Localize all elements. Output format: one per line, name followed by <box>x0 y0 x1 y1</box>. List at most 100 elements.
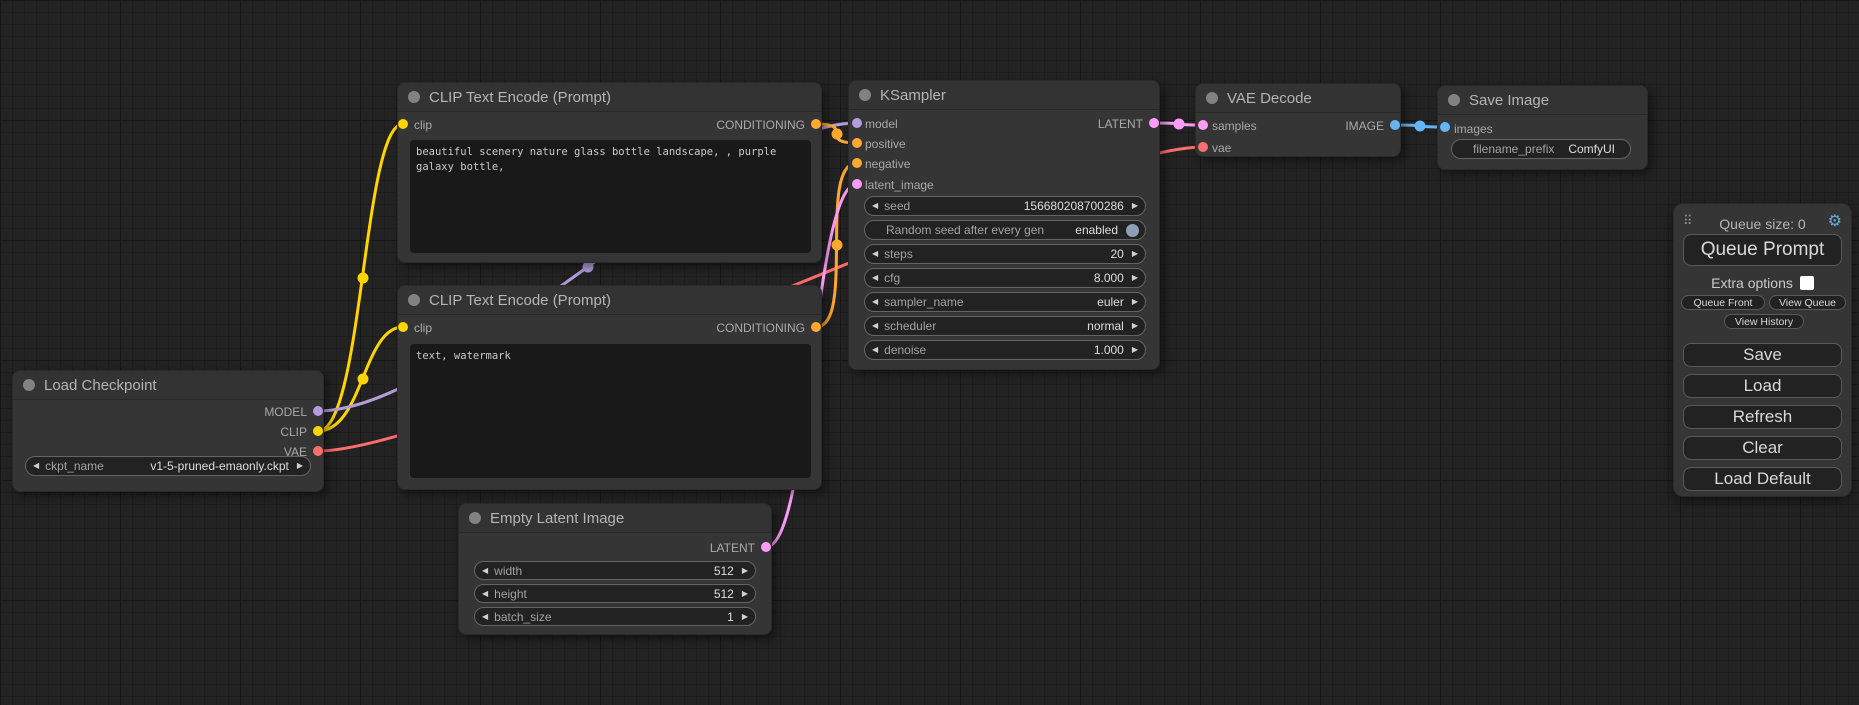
increment-arrow-icon[interactable]: ▶ <box>742 590 748 598</box>
gear-icon[interactable]: ⚙ <box>1828 214 1842 230</box>
widget-label: filename_prefix <box>1473 142 1554 156</box>
node-save-image[interactable]: Save Image images filename_prefix ComfyU… <box>1437 85 1648 170</box>
width-widget[interactable]: ◀ width 512 ▶ <box>474 561 756 580</box>
input-label-model: model <box>865 117 898 131</box>
increment-arrow-icon[interactable]: ▶ <box>1132 346 1138 354</box>
extra-options-checkbox[interactable] <box>1800 276 1814 290</box>
scheduler-widget[interactable]: ◀ scheduler normal ▶ <box>864 316 1146 336</box>
node-titlebar[interactable]: VAE Decode <box>1196 84 1400 113</box>
node-ksampler[interactable]: KSampler model positive negative latent_… <box>848 80 1160 370</box>
link-middot <box>832 129 843 140</box>
collapse-dot-icon[interactable] <box>408 294 420 306</box>
widget-label: batch_size <box>494 610 551 624</box>
widget-value: 1 <box>727 610 734 624</box>
extra-options-row: Extra options <box>1674 275 1851 291</box>
node-title: VAE Decode <box>1227 90 1312 107</box>
load-default-button[interactable]: Load Default <box>1683 467 1842 491</box>
widget-value: 20 <box>1110 247 1123 261</box>
increment-arrow-icon[interactable]: ▶ <box>742 567 748 575</box>
height-widget[interactable]: ◀ height 512 ▶ <box>474 584 756 603</box>
clear-button[interactable]: Clear <box>1683 436 1842 460</box>
queue-front-button[interactable]: Queue Front <box>1681 295 1765 310</box>
widget-label: scheduler <box>884 319 936 333</box>
node-graph-canvas[interactable]: Load Checkpoint MODEL CLIP VAE ◀ ckpt_na… <box>0 0 1859 705</box>
toggle-dot-icon[interactable] <box>1126 224 1139 237</box>
decrement-arrow-icon[interactable]: ◀ <box>482 567 488 575</box>
increment-arrow-icon[interactable]: ▶ <box>1132 322 1138 330</box>
node-titlebar[interactable]: KSampler <box>849 81 1159 110</box>
view-queue-button[interactable]: View Queue <box>1769 295 1846 310</box>
widget-value: 8.000 <box>1094 271 1124 285</box>
widget-label: ckpt_name <box>45 459 104 473</box>
collapse-dot-icon[interactable] <box>1206 92 1218 104</box>
widget-value: ComfyUI <box>1568 142 1615 156</box>
input-label-latent-image: latent_image <box>865 178 934 192</box>
node-vae-decode[interactable]: VAE Decode samples vae IMAGE <box>1195 83 1401 157</box>
input-label-vae: vae <box>1212 141 1231 155</box>
collapse-dot-icon[interactable] <box>1448 94 1460 106</box>
node-load-checkpoint-titlebar[interactable]: Load Checkpoint <box>13 371 323 400</box>
decrement-arrow-icon[interactable]: ◀ <box>872 250 878 258</box>
decrement-arrow-icon[interactable]: ◀ <box>33 462 39 470</box>
widget-value: 512 <box>714 587 734 601</box>
node-titlebar[interactable]: CLIP Text Encode (Prompt) <box>398 83 821 112</box>
load-button[interactable]: Load <box>1683 374 1842 398</box>
node-clip-text-encode-positive[interactable]: CLIP Text Encode (Prompt) clip CONDITION… <box>397 82 822 263</box>
decrement-arrow-icon[interactable]: ◀ <box>872 202 878 210</box>
steps-widget[interactable]: ◀ steps 20 ▶ <box>864 244 1146 264</box>
queue-panel[interactable]: ⠿ Queue size: 0 ⚙ Queue Prompt Extra opt… <box>1673 203 1852 497</box>
widget-label: width <box>494 564 522 578</box>
link-middot <box>1415 121 1426 132</box>
output-label-image: IMAGE <box>1345 119 1384 133</box>
node-title: Empty Latent Image <box>490 510 624 527</box>
decrement-arrow-icon[interactable]: ◀ <box>872 274 878 282</box>
decrement-arrow-icon[interactable]: ◀ <box>482 590 488 598</box>
output-label-clip: CLIP <box>280 425 307 439</box>
view-history-button[interactable]: View History <box>1724 314 1804 329</box>
increment-arrow-icon[interactable]: ▶ <box>1132 250 1138 258</box>
collapse-dot-icon[interactable] <box>859 89 871 101</box>
widget-value: 1.000 <box>1094 343 1124 357</box>
node-titlebar[interactable]: CLIP Text Encode (Prompt) <box>398 286 821 315</box>
increment-arrow-icon[interactable]: ▶ <box>1132 298 1138 306</box>
collapse-dot-icon[interactable] <box>469 512 481 524</box>
refresh-button[interactable]: Refresh <box>1683 405 1842 429</box>
seed-widget[interactable]: ◀ seed 156680208700286 ▶ <box>864 196 1146 216</box>
decrement-arrow-icon[interactable]: ◀ <box>872 346 878 354</box>
input-label-images: images <box>1454 122 1493 136</box>
output-label-conditioning: CONDITIONING <box>716 321 805 335</box>
extra-options-label: Extra options <box>1711 275 1793 291</box>
denoise-widget[interactable]: ◀ denoise 1.000 ▶ <box>864 340 1146 360</box>
increment-arrow-icon[interactable]: ▶ <box>742 613 748 621</box>
increment-arrow-icon[interactable]: ▶ <box>297 462 303 470</box>
link-clip-to-negative-prompt <box>318 327 403 431</box>
node-empty-latent-image[interactable]: Empty Latent Image LATENT ◀ width 512 ▶ … <box>458 503 772 635</box>
queue-prompt-button[interactable]: Queue Prompt <box>1683 234 1842 266</box>
input-label-samples: samples <box>1212 119 1257 133</box>
link-middot <box>358 273 369 284</box>
widget-label: sampler_name <box>884 295 963 309</box>
sampler-name-widget[interactable]: ◀ sampler_name euler ▶ <box>864 292 1146 312</box>
prompt-textarea[interactable]: text, watermark <box>410 344 811 478</box>
cfg-widget[interactable]: ◀ cfg 8.000 ▶ <box>864 268 1146 288</box>
collapse-dot-icon[interactable] <box>23 379 35 391</box>
random-seed-toggle-widget[interactable]: Random seed after every gen enabled <box>864 220 1146 240</box>
output-label-conditioning: CONDITIONING <box>716 118 805 132</box>
node-titlebar[interactable]: Empty Latent Image <box>459 504 771 533</box>
node-titlebar[interactable]: Save Image <box>1438 86 1647 115</box>
increment-arrow-icon[interactable]: ▶ <box>1132 202 1138 210</box>
widget-value: 512 <box>714 564 734 578</box>
decrement-arrow-icon[interactable]: ◀ <box>872 322 878 330</box>
batch-size-widget[interactable]: ◀ batch_size 1 ▶ <box>474 607 756 626</box>
collapse-dot-icon[interactable] <box>408 91 420 103</box>
filename-prefix-widget[interactable]: filename_prefix ComfyUI <box>1451 139 1631 159</box>
decrement-arrow-icon[interactable]: ◀ <box>872 298 878 306</box>
increment-arrow-icon[interactable]: ▶ <box>1132 274 1138 282</box>
node-load-checkpoint[interactable]: Load Checkpoint MODEL CLIP VAE ◀ ckpt_na… <box>12 370 324 492</box>
decrement-arrow-icon[interactable]: ◀ <box>482 613 488 621</box>
prompt-textarea[interactable]: beautiful scenery nature glass bottle la… <box>410 140 811 253</box>
node-clip-text-encode-negative[interactable]: CLIP Text Encode (Prompt) clip CONDITION… <box>397 285 822 490</box>
ckpt-name-widget[interactable]: ◀ ckpt_name v1-5-pruned-emaonly.ckpt ▶ <box>25 456 311 476</box>
widget-label: denoise <box>884 343 926 357</box>
save-button[interactable]: Save <box>1683 343 1842 367</box>
